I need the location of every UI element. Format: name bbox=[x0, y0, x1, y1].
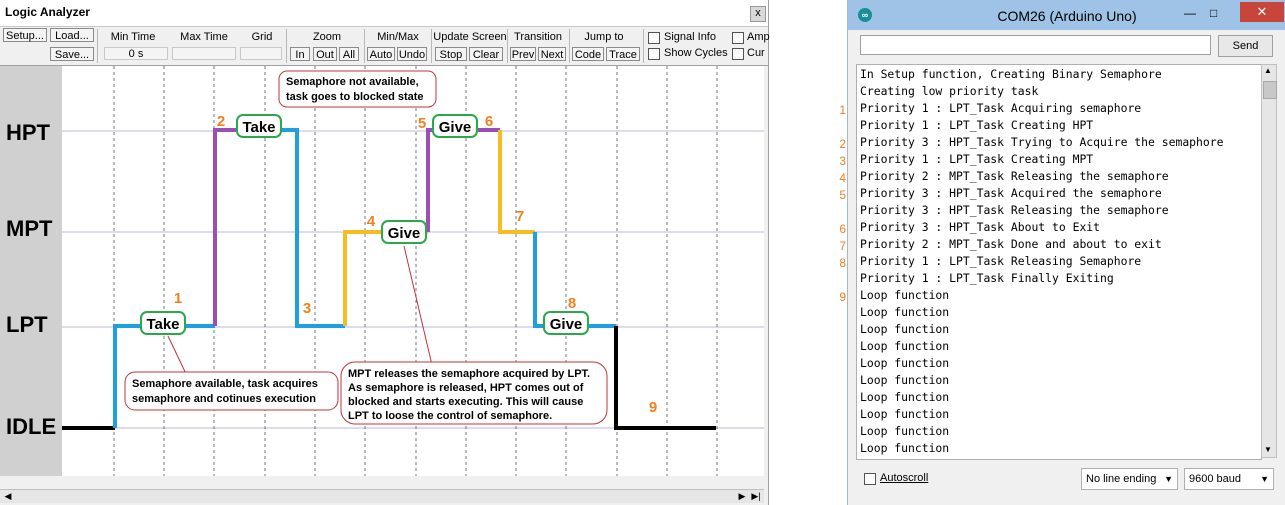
line-marker: 8 bbox=[839, 256, 846, 270]
vertical-scrollbar[interactable]: ▲ ▼ bbox=[1261, 64, 1277, 458]
output-line: Loop function bbox=[860, 407, 950, 421]
step-number: 2 bbox=[217, 113, 225, 130]
badge-give-1-label: Give bbox=[388, 225, 421, 242]
scroll-down-icon[interactable]: ▼ bbox=[1264, 445, 1272, 454]
output-line: Loop function bbox=[860, 424, 950, 438]
logic-analyzer-window: Logic Analyzer x Setup... Load... Save..… bbox=[0, 0, 770, 505]
output-line: Priority 1 : LPT_Task Releasing Semaphor… bbox=[860, 254, 1142, 268]
baud-rate-value: 9600 baud bbox=[1189, 473, 1241, 485]
baud-rate-select[interactable]: 9600 baud ▼ bbox=[1184, 468, 1274, 490]
note-text: As semaphore is released, HPT comes out … bbox=[348, 382, 584, 394]
output-line: Loop function bbox=[860, 305, 950, 319]
line-marker: 9 bbox=[839, 290, 846, 304]
trace-hpt-1 bbox=[213, 128, 262, 326]
step-number: 5 bbox=[418, 115, 426, 132]
output-line: Loop function bbox=[860, 288, 950, 302]
output-line: Priority 2 : MPT_Task Releasing the sema… bbox=[860, 169, 1169, 183]
step-number: 4 bbox=[367, 213, 376, 230]
line-marker: 5 bbox=[839, 188, 846, 202]
serial-monitor-window: ∞ COM26 (Arduino Uno) — □ ✕ Send In Setu… bbox=[847, 0, 1285, 505]
output-line: Priority 1 : LPT_Task Finally Exiting bbox=[860, 271, 1114, 285]
output-line: Priority 1 : LPT_Task Creating MPT bbox=[860, 152, 1094, 166]
step-number: 9 bbox=[649, 399, 657, 416]
note-text: task goes to blocked state bbox=[286, 91, 424, 103]
line-marker: 6 bbox=[839, 222, 846, 236]
output-line: Priority 3 : HPT_Task Trying to Acquire … bbox=[860, 135, 1224, 149]
step-number: 3 bbox=[303, 300, 311, 317]
output-line: Priority 1 : LPT_Task Creating HPT bbox=[860, 118, 1094, 132]
step-number: 1 bbox=[174, 290, 182, 307]
output-line: Creating low priority task bbox=[860, 84, 1039, 98]
note-text: Semaphore available, task acquires bbox=[132, 378, 318, 390]
serial-monitor-titlebar: ∞ COM26 (Arduino Uno) — □ ✕ bbox=[848, 0, 1285, 30]
line-marker: 7 bbox=[839, 239, 846, 253]
step-number: 8 bbox=[568, 295, 576, 312]
scroll-end-icon[interactable]: ▶| bbox=[750, 490, 762, 503]
badge-give-3-label: Give bbox=[550, 316, 583, 333]
output-line: Loop function bbox=[860, 322, 950, 336]
line-marker: 4 bbox=[839, 171, 846, 185]
chevron-down-icon: ▼ bbox=[1164, 474, 1173, 484]
scroll-right-icon[interactable]: ▶ bbox=[736, 490, 748, 503]
step-number: 7 bbox=[516, 208, 524, 225]
output-line: Loop function bbox=[860, 356, 950, 370]
send-button[interactable]: Send bbox=[1218, 35, 1273, 57]
note-text: Semaphore not available, bbox=[286, 76, 419, 88]
output-line: Priority 3 : HPT_Task About to Exit bbox=[860, 220, 1101, 234]
autoscroll-checkbox[interactable] bbox=[864, 473, 876, 485]
output-line: Loop function bbox=[860, 339, 950, 353]
output-line: Loop function bbox=[860, 441, 950, 455]
note-text: semaphore and cotinues execution bbox=[132, 393, 316, 405]
horizontal-scrollbar[interactable]: ◀ ▶ ▶| bbox=[0, 489, 764, 503]
line-ending-value: No line ending bbox=[1086, 473, 1157, 485]
output-line: Priority 2 : MPT_Task Done and about to … bbox=[860, 237, 1162, 251]
trace-idle-end bbox=[614, 326, 716, 430]
serial-output-area[interactable]: In Setup function, Creating Binary Semap… bbox=[856, 64, 1262, 460]
maximize-icon[interactable]: □ bbox=[1210, 6, 1217, 20]
trace-hpt-2 bbox=[426, 128, 500, 232]
step-number: 6 bbox=[485, 113, 493, 130]
note-text: blocked and starts executing. This will … bbox=[348, 396, 583, 408]
waveform-overlay: Semaphore not available, task goes to bl… bbox=[62, 66, 764, 476]
scrollbar-thumb[interactable] bbox=[1263, 81, 1277, 99]
serial-monitor-footer: Autoscroll No line ending ▼ 9600 baud ▼ bbox=[848, 462, 1285, 505]
chevron-down-icon: ▼ bbox=[1260, 474, 1269, 484]
scroll-left-icon[interactable]: ◀ bbox=[2, 490, 14, 503]
output-line: In Setup function, Creating Binary Semap… bbox=[860, 67, 1162, 81]
output-line: Priority 1 : LPT_Task Acquiring semaphor… bbox=[860, 101, 1142, 115]
autoscroll-label: Autoscroll bbox=[880, 472, 929, 484]
line-marker: 2 bbox=[839, 137, 846, 151]
badge-take-2-label: Take bbox=[242, 119, 275, 136]
output-line: Priority 3 : HPT_Task Acquired the semap… bbox=[860, 186, 1162, 200]
serial-input-field[interactable] bbox=[860, 35, 1211, 55]
line-marker: 3 bbox=[839, 154, 846, 168]
line-ending-select[interactable]: No line ending ▼ bbox=[1081, 468, 1178, 490]
serial-monitor-title: COM26 (Arduino Uno) bbox=[997, 8, 1137, 24]
trace-lpt-2 bbox=[262, 128, 345, 328]
output-line: Loop function bbox=[860, 390, 950, 404]
callout-line bbox=[403, 245, 433, 366]
badge-give-2-label: Give bbox=[439, 119, 472, 136]
scroll-up-icon[interactable]: ▲ bbox=[1264, 66, 1272, 75]
minimize-icon[interactable]: — bbox=[1184, 6, 1196, 20]
note-text: LPT to loose the control of semaphore. bbox=[348, 410, 552, 422]
close-icon[interactable]: ✕ bbox=[1240, 2, 1284, 22]
badge-take-1-label: Take bbox=[146, 316, 179, 333]
output-line: Loop function bbox=[860, 373, 950, 387]
output-line: Priority 3 : HPT_Task Releasing the sema… bbox=[860, 203, 1169, 217]
line-marker: 1 bbox=[839, 103, 846, 117]
note-text: MPT releases the semaphore acquired by L… bbox=[348, 368, 590, 380]
